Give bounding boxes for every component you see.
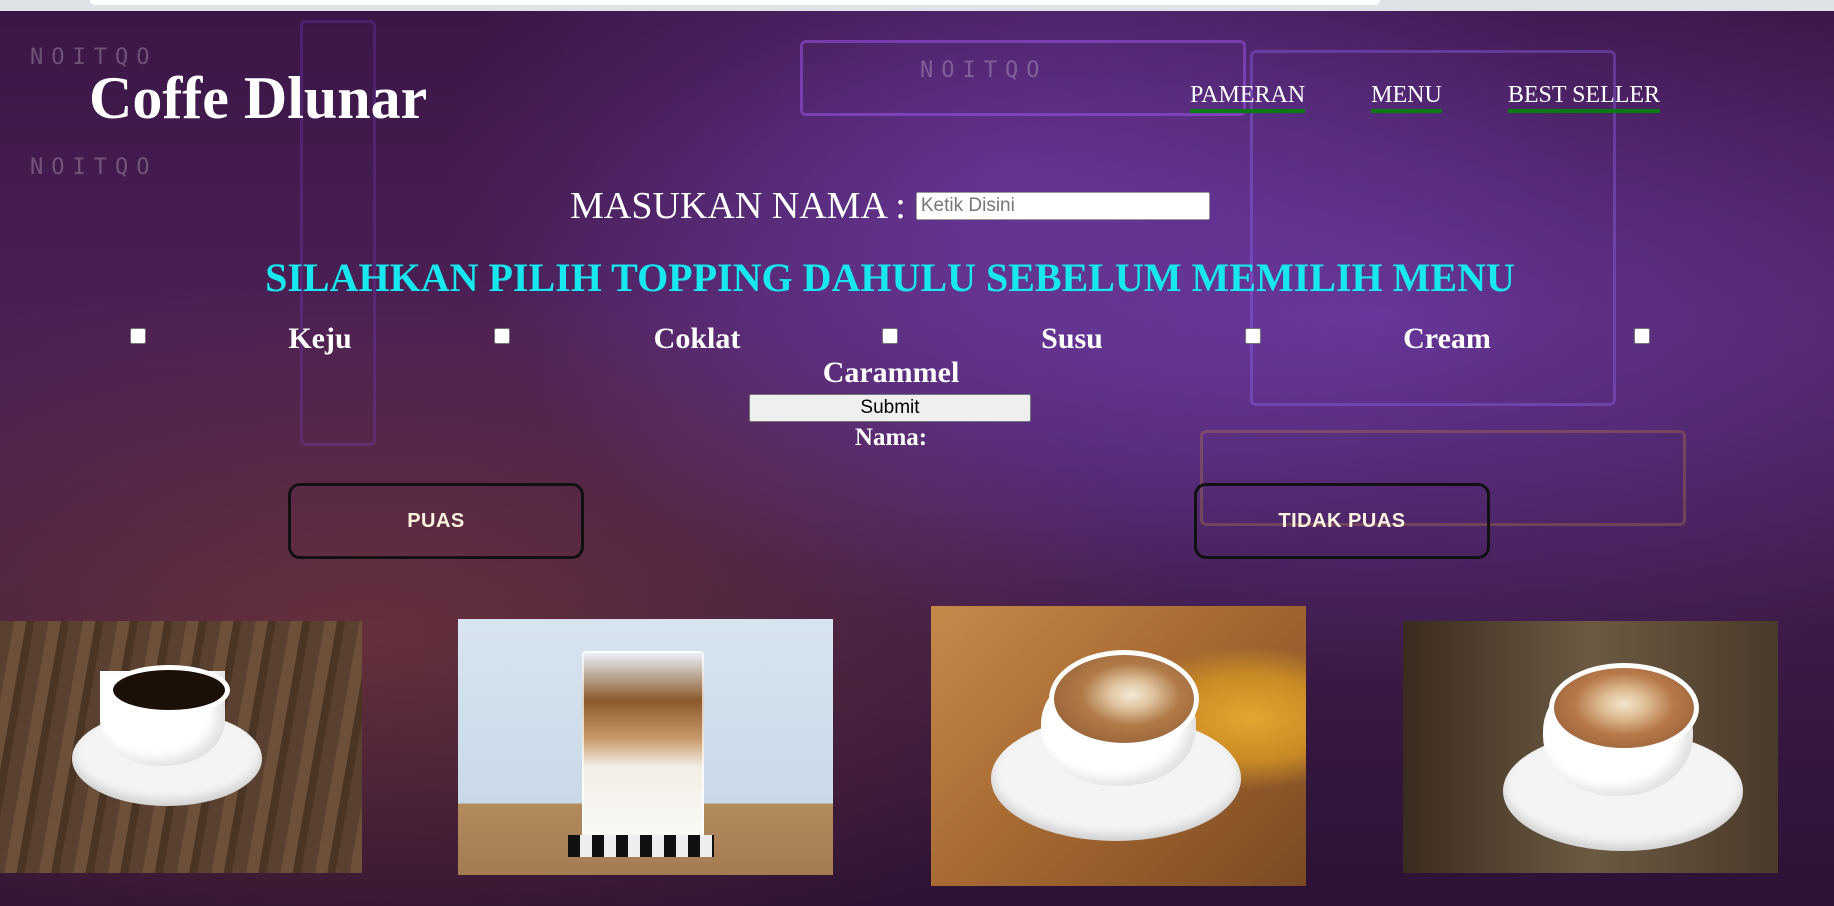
- topping-keju-label: Keju: [288, 322, 352, 355]
- coffee-surface: [108, 665, 230, 715]
- coffee-photo-latte-art: [931, 606, 1306, 886]
- topping-carammel-checkbox[interactable]: [1634, 328, 1650, 344]
- coffee-surface: [1549, 663, 1699, 753]
- coffee-photo-cappuccino: [1403, 621, 1778, 873]
- topping-cream-label: Cream: [1403, 322, 1491, 355]
- background-option-text: NOITQO: [30, 155, 158, 180]
- name-input[interactable]: [915, 192, 1210, 220]
- nav-link-best-seller[interactable]: BEST SELLER: [1507, 82, 1661, 113]
- topping-heading: SILAHKAN PILIH TOPPING DAHULU SEBELUM ME…: [265, 255, 1515, 300]
- nav-link-pameran[interactable]: PAMERAN: [1190, 82, 1306, 113]
- topping-susu-label: Susu: [1041, 322, 1103, 355]
- coffee-photo-iced-latte: [458, 619, 833, 875]
- puas-button[interactable]: PUAS: [288, 483, 584, 559]
- coaster-shape: [568, 835, 714, 857]
- coffee-surface: [1049, 650, 1199, 748]
- topping-carammel-label: Carammel: [822, 356, 960, 389]
- topping-coklat-checkbox[interactable]: [494, 328, 510, 344]
- tidak-puas-button[interactable]: TIDAK PUAS: [1194, 483, 1490, 559]
- name-output-label: Nama:: [854, 424, 928, 451]
- name-row: MASUKAN NAMA :: [0, 184, 1780, 228]
- coffee-photo-black-coffee: [0, 621, 362, 873]
- browser-address-edge: [90, 0, 1380, 5]
- submit-button[interactable]: Submit: [749, 394, 1031, 422]
- site-logo: Coffe Dlunar: [89, 65, 428, 131]
- topping-coklat-label: Coklat: [653, 322, 741, 355]
- browser-top-strip: [0, 0, 1834, 11]
- topping-keju-checkbox[interactable]: [130, 328, 146, 344]
- glass-shape: [582, 651, 704, 845]
- name-label: MASUKAN NAMA :: [570, 185, 906, 227]
- nav-link-menu[interactable]: MENU: [1371, 82, 1442, 113]
- main-nav: PAMERAN MENU BEST SELLER: [1190, 82, 1661, 113]
- topping-cream-checkbox[interactable]: [1245, 328, 1261, 344]
- topping-susu-checkbox[interactable]: [882, 328, 898, 344]
- background-option-text: NOITQO: [920, 58, 1048, 83]
